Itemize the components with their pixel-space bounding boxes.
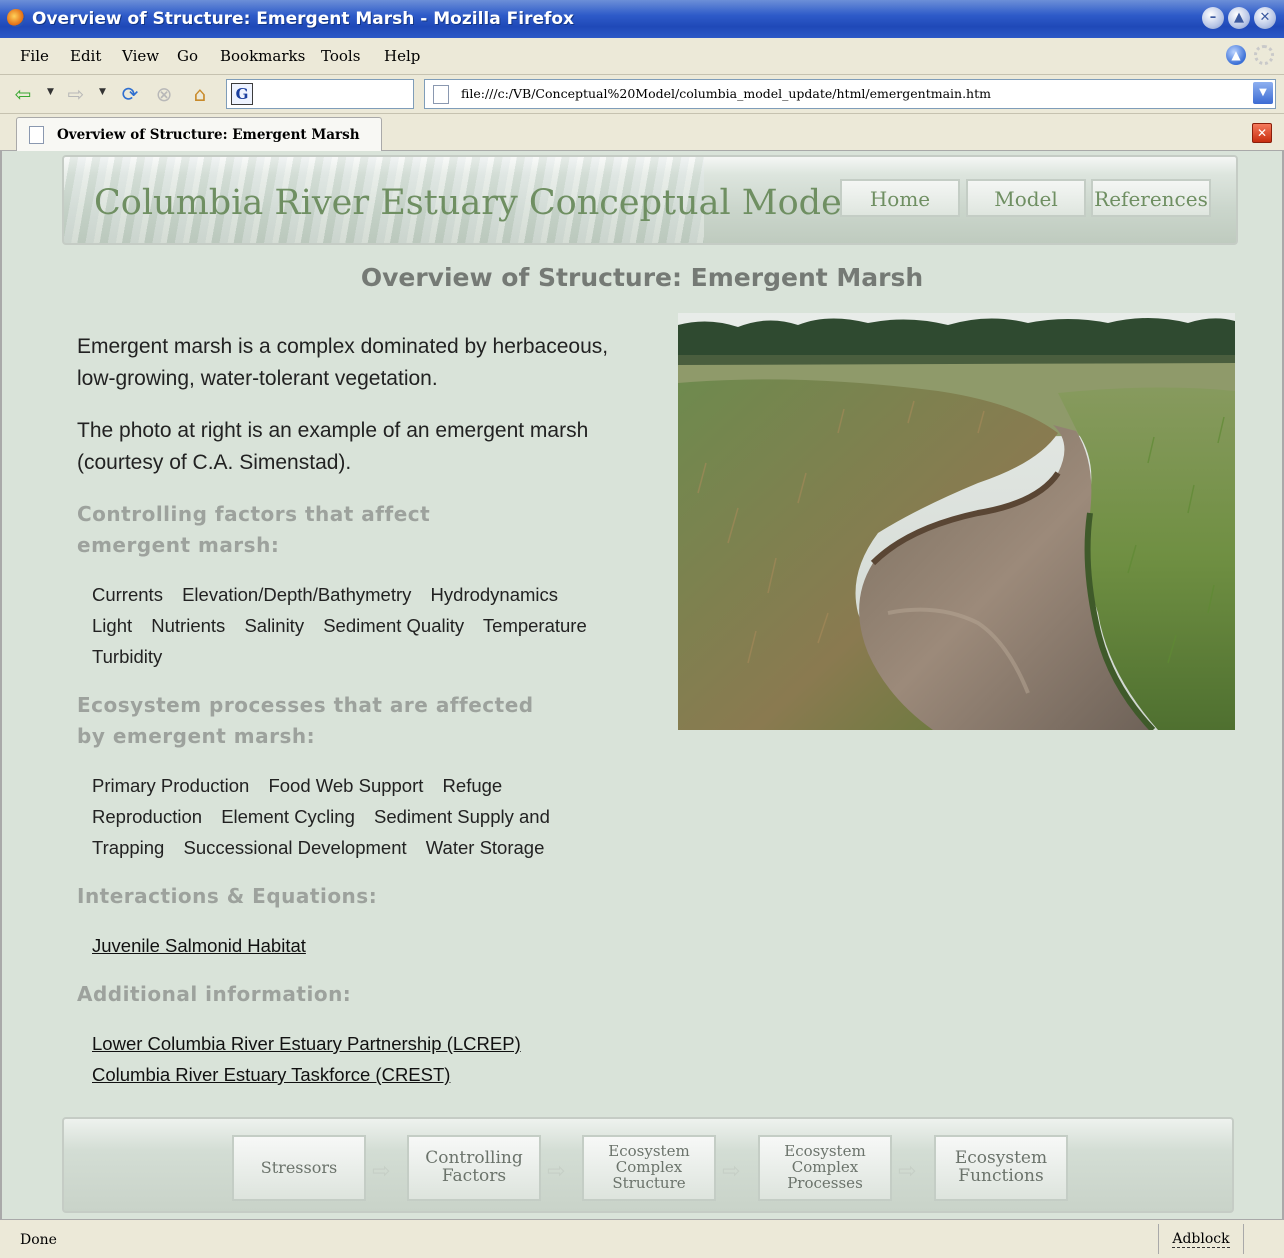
arrow-right-icon: ⇨ [898,1159,917,1184]
close-icon[interactable]: ✕ [1254,7,1276,29]
processes-button[interactable]: Ecosystem Complex Processes [758,1135,892,1201]
window-controls: – ▲ ✕ [1202,7,1276,29]
url-text[interactable]: file:///c:/VB/Conceptual%20Model/columbi… [461,86,991,101]
menu-bar: File Edit View Go Bookmarks Tools Help ▲ [0,38,1284,75]
additional-info-links: Lower Columbia River Estuary Partnership… [92,1028,637,1090]
interactions-links: Juvenile Salmonid Habitat [92,930,637,961]
update-icon[interactable]: ▲ [1226,45,1246,65]
factor-item: Hydrodynamics [430,584,559,605]
factor-item: Turbidity [92,646,163,667]
controlling-factors-list: Currents Elevation/Depth/Bathymetry Hydr… [92,579,612,672]
arrow-right-icon: ⇨ [547,1159,566,1184]
tab-bar: Overview of Structure: Emergent Marsh ✕ [0,114,1284,151]
nav-references-button[interactable]: References [1091,179,1211,217]
status-text: Done [20,1232,57,1248]
close-tab-icon[interactable]: ✕ [1252,123,1272,143]
site-banner: Columbia River Estuary Conceptual Model … [62,155,1238,245]
maximize-icon[interactable]: ▲ [1228,7,1250,29]
page-content: Columbia River Estuary Conceptual Model … [0,151,1284,1219]
menu-edit[interactable]: Edit [70,47,101,65]
crest-link[interactable]: Columbia River Estuary Taskforce (CREST) [92,1059,637,1090]
processes-heading: Ecosystem processes that are affected by… [77,693,534,748]
factor-item: Sediment Quality [323,615,465,636]
process-item: Water Storage [425,837,545,858]
intro-paragraph: Emergent marsh is a complex dominated by… [77,335,609,390]
lcrep-link[interactable]: Lower Columbia River Estuary Partnership… [92,1028,637,1059]
interactions-heading: Interactions & Equations: [77,884,378,908]
juvenile-salmonid-link[interactable]: Juvenile Salmonid Habitat [92,930,637,961]
adblock-button[interactable]: Adblock [1158,1224,1244,1254]
main-text-column: Emergent marsh is a complex dominated by… [77,331,637,1108]
factor-item: Nutrients [151,615,226,636]
factor-item: Elevation/Depth/Bathymetry [182,584,412,605]
structure-label-3: Structure [612,1173,686,1192]
status-bar: Done Adblock [0,1219,1284,1258]
structure-button[interactable]: Ecosystem Complex Structure [582,1135,716,1201]
arrow-right-icon: ⇨ [722,1159,741,1184]
process-item: Food Web Support [268,775,424,796]
arrow-right-icon: ⇨ [372,1159,391,1184]
additional-info-heading: Additional information: [77,982,352,1006]
window-titlebar: Overview of Structure: Emergent Marsh - … [0,0,1284,38]
adblock-label: Adblock [1172,1231,1230,1248]
search-box[interactable]: G [226,79,414,109]
nav-model-button[interactable]: Model [966,179,1086,217]
stop-icon[interactable]: ⊗ [151,81,177,107]
factor-item: Currents [92,584,163,605]
back-icon[interactable]: ⇦ [10,81,36,107]
reload-icon[interactable]: ⟳ [117,81,143,107]
model-navigation: Stressors ⇨ Controlling Factors ⇨ Ecosys… [62,1117,1234,1213]
stressors-label: Stressors [260,1157,338,1177]
process-item: Element Cycling [221,806,355,827]
home-icon[interactable]: ⌂ [187,81,213,107]
forward-icon[interactable]: ⇨ [63,81,89,107]
window-title: Overview of Structure: Emergent Marsh - … [32,9,575,29]
marsh-photo-illustration [678,313,1235,730]
photo-credit-paragraph: The photo at right is an example of an e… [77,419,589,474]
menu-help[interactable]: Help [384,47,420,65]
controlling-factors-button[interactable]: Controlling Factors [407,1135,541,1201]
process-item: Successional Development [183,837,407,858]
url-bar[interactable]: file:///c:/VB/Conceptual%20Model/columbi… [424,79,1276,109]
nav-home-button[interactable]: Home [840,179,960,217]
factor-item: Salinity [244,615,305,636]
process-item: Primary Production [92,775,250,796]
process-item: Refuge [442,775,503,796]
url-dropdown-icon[interactable]: ▼ [1253,82,1273,104]
functions-button[interactable]: Ecosystem Functions [934,1135,1068,1201]
controlling-factors-label-2: Factors [441,1166,507,1186]
firefox-icon [7,9,25,27]
menu-bookmarks[interactable]: Bookmarks [220,47,305,65]
menu-go[interactable]: Go [177,47,198,65]
factor-item: Light [92,615,133,636]
process-item: Reproduction [92,806,203,827]
controlling-factors-heading: Controlling factors that affect emergent… [77,502,431,557]
throbber-icon [1254,45,1274,65]
page-icon [29,126,44,144]
marsh-photo [678,313,1235,730]
factor-item: Temperature [482,615,587,636]
navigation-toolbar: ⇦ ▼ ⇨ ▼ ⟳ ⊗ ⌂ G file:///c:/VB/Conceptual… [0,75,1284,114]
menu-tools[interactable]: Tools [321,47,360,65]
tab-active[interactable]: Overview of Structure: Emergent Marsh [16,117,382,151]
minimize-icon[interactable]: – [1202,7,1224,29]
google-icon: G [231,83,253,105]
functions-label-2: Functions [958,1166,1044,1186]
page-icon [433,85,449,104]
page-title: Overview of Structure: Emergent Marsh [360,263,924,292]
site-title: Columbia River Estuary Conceptual Model [94,183,853,223]
menu-view[interactable]: View [122,47,159,65]
stressors-button[interactable]: Stressors [232,1135,366,1201]
menu-file[interactable]: File [20,47,49,65]
processes-label-3: Processes [787,1173,863,1192]
back-dropdown-icon[interactable]: ▼ [47,87,54,97]
tab-label: Overview of Structure: Emergent Marsh [57,127,360,143]
processes-list: Primary Production Food Web Support Refu… [92,770,612,863]
forward-dropdown-icon[interactable]: ▼ [99,87,106,97]
